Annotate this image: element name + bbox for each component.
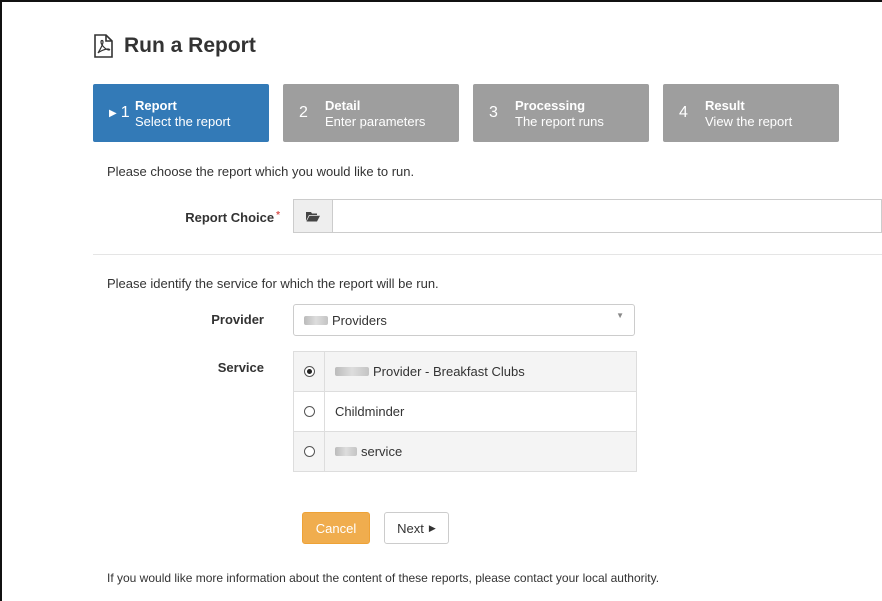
step-name: Detail [325, 97, 361, 113]
step-subtitle: Select the report [135, 113, 231, 129]
step-active-arrow-icon: ▶ [109, 107, 117, 119]
service-option-label: Provider - Breakfast Clubs [373, 364, 525, 379]
service-option[interactable]: Provider - Breakfast Clubs [294, 352, 636, 391]
report-choice-group [293, 199, 882, 233]
folder-open-icon [306, 211, 320, 221]
chevron-down-icon: ▼ [616, 311, 624, 320]
step-number: 2 [299, 104, 308, 121]
cancel-button[interactable]: Cancel [302, 512, 370, 544]
step-number: 1 [120, 104, 130, 121]
step-subtitle: The report runs [515, 113, 604, 129]
service-radio-list: Provider - Breakfast Clubs Childminder s… [293, 351, 637, 472]
radio-button[interactable] [303, 446, 315, 457]
section-divider [93, 254, 882, 255]
service-label: Service [217, 360, 264, 375]
pdf-file-icon [94, 34, 113, 58]
service-option-label: Childminder [335, 404, 405, 419]
provider-select-value: Providers [332, 312, 387, 328]
redacted-text [304, 315, 328, 325]
redacted-text [335, 447, 357, 456]
footer-note: If you would like more information about… [107, 571, 660, 585]
redacted-text [335, 367, 369, 376]
step-name: Processing [515, 97, 586, 113]
step-result[interactable]: 4 Result View the report [663, 84, 839, 142]
step-detail[interactable]: 2 Detail Enter parameters [283, 84, 459, 142]
service-option-label: service [361, 444, 403, 459]
report-choice-label: Report Choice * [185, 210, 280, 225]
required-marker: * [276, 210, 280, 221]
step-subtitle: Enter parameters [325, 113, 426, 129]
radio-button[interactable] [303, 406, 315, 417]
browse-report-button[interactable] [293, 199, 333, 233]
step-processing[interactable]: 3 Processing The report runs [473, 84, 649, 142]
step-name: Report [135, 97, 177, 113]
step-name: Result [705, 97, 745, 113]
wizard-steps: ▶ 1 Report Select the report 2 Detail Enter… [93, 84, 853, 142]
service-intro-text: Please identify the service for which th… [107, 276, 439, 291]
service-option[interactable]: Childminder [294, 391, 636, 431]
caret-right-icon: ▶ [428, 522, 436, 533]
report-choice-input[interactable] [333, 199, 882, 233]
service-option[interactable]: service [294, 431, 636, 471]
radio-button-selected[interactable] [303, 366, 315, 377]
step-report[interactable]: ▶ 1 Report Select the report [93, 84, 269, 142]
provider-label: Provider [211, 312, 264, 327]
page-title: Run a Report [124, 34, 256, 57]
page-header: Run a Report [92, 34, 256, 58]
step-number: 3 [489, 104, 498, 121]
step-number: 4 [679, 104, 688, 121]
provider-select[interactable]: Providers ▼ [293, 304, 635, 336]
report-intro-text: Please choose the report which you would… [107, 164, 415, 179]
step-subtitle: View the report [705, 113, 793, 129]
next-button[interactable]: Next ▶ [384, 512, 449, 544]
